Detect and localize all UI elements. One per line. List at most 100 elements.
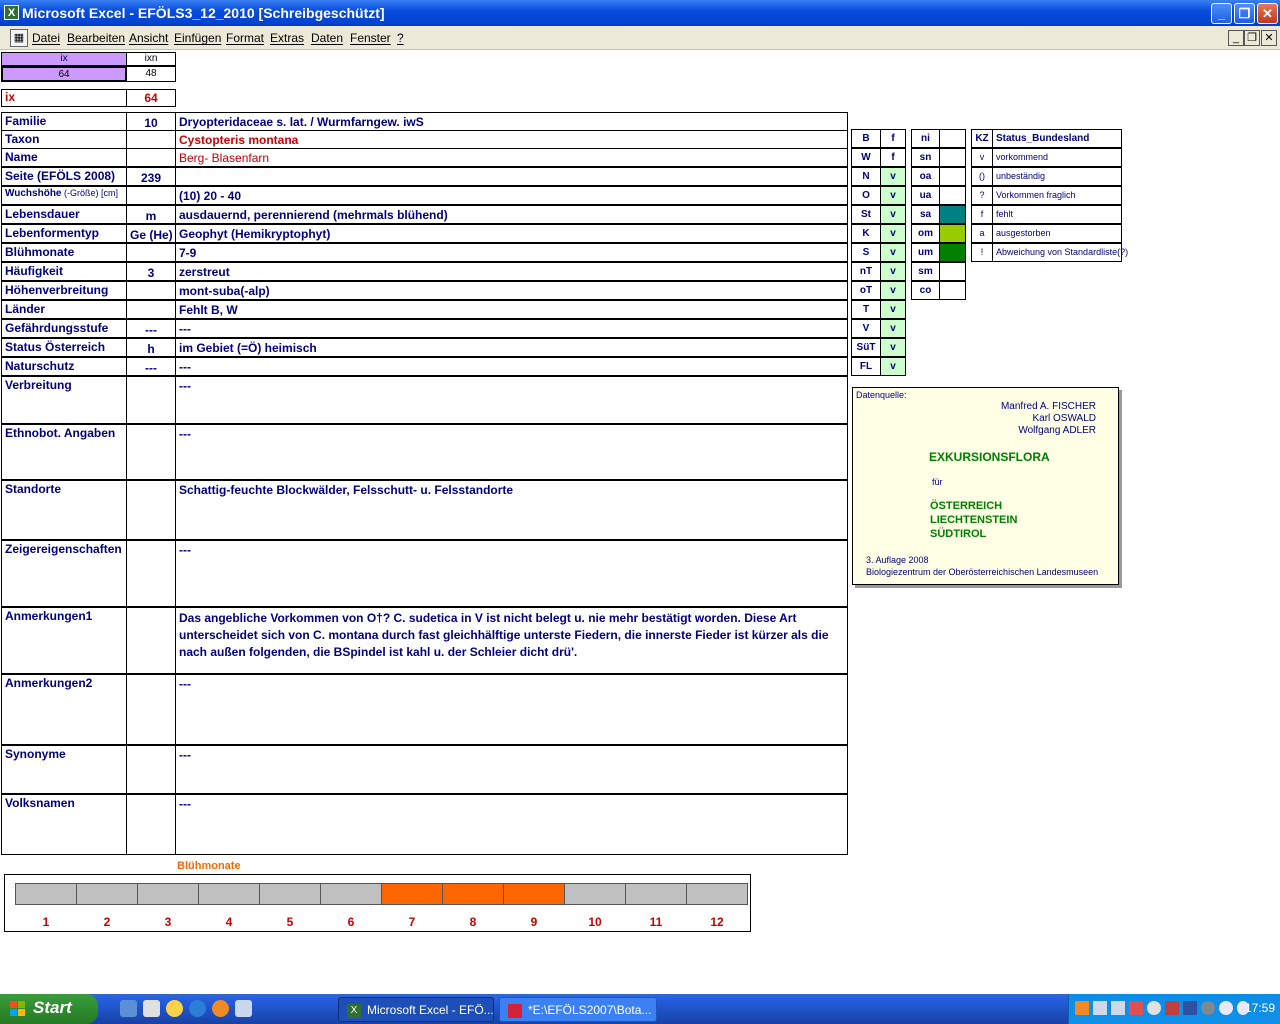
month-bar[interactable]: [564, 883, 626, 905]
legend-text-cell[interactable]: Abweichung von Standardliste(?): [992, 243, 1128, 262]
field-code-cell[interactable]: [126, 281, 176, 300]
field-value-cell[interactable]: im Gebiet (=Ö) heimisch: [175, 338, 848, 357]
menu-bearbeiten[interactable]: Bearbeiten: [67, 31, 125, 45]
legend-code-cell[interactable]: (): [971, 167, 993, 186]
field-code-cell[interactable]: [126, 376, 176, 424]
month-bar[interactable]: [259, 883, 321, 905]
legend-text-cell[interactable]: ausgestorben: [992, 224, 1122, 243]
field-code-cell[interactable]: [126, 480, 176, 540]
field-label-cell[interactable]: Gefährdungsstufe: [1, 319, 127, 338]
legend-text-cell[interactable]: unbeständig: [992, 167, 1122, 186]
field-label-cell[interactable]: Lebensdauer: [1, 205, 127, 224]
tray-security-icon[interactable]: [1129, 1001, 1143, 1015]
field-label-cell[interactable]: Höhenverbreitung: [1, 281, 127, 300]
zone-code-cell[interactable]: om: [911, 224, 940, 243]
field-label-cell[interactable]: Volksnamen: [1, 794, 127, 855]
field-value-cell[interactable]: 7-9: [175, 243, 848, 262]
state-flag-cell[interactable]: v: [880, 224, 906, 243]
state-flag-cell[interactable]: v: [880, 167, 906, 186]
state-flag-cell[interactable]: v: [880, 186, 906, 205]
field-label-cell[interactable]: Lebenformentyp: [1, 224, 127, 243]
legend-code-cell[interactable]: f: [971, 205, 993, 224]
field-code-cell[interactable]: [126, 607, 176, 674]
month-bar[interactable]: [198, 883, 260, 905]
field-value-cell[interactable]: Fehlt B, W: [175, 300, 848, 319]
field-label-cell[interactable]: Häufigkeit: [1, 262, 127, 281]
field-label-cell[interactable]: Wuchshöhe (-Größe) [cm]: [1, 186, 127, 205]
state-code-cell[interactable]: SüT: [851, 338, 881, 357]
field-code-cell[interactable]: [126, 424, 176, 480]
legend-kz-header[interactable]: KZ: [971, 129, 993, 148]
month-bar[interactable]: [15, 883, 77, 905]
field-value-cell[interactable]: mont-suba(-alp): [175, 281, 848, 300]
field-value-cell[interactable]: ---: [175, 357, 848, 376]
restore-button[interactable]: ❐: [1234, 3, 1255, 24]
field-value-cell[interactable]: ---: [175, 745, 848, 794]
field-code-cell[interactable]: [126, 243, 176, 262]
field-code-cell[interactable]: [126, 186, 176, 205]
quicklaunch-media-icon[interactable]: [166, 1000, 183, 1017]
menu-help[interactable]: ?: [397, 31, 404, 45]
field-value-cell[interactable]: ---: [175, 424, 848, 480]
field-label-cell[interactable]: Synonyme: [1, 745, 127, 794]
menu-format[interactable]: Format: [226, 31, 264, 45]
field-value-cell[interactable]: ---: [175, 376, 848, 424]
field-value-cell[interactable]: ---: [175, 319, 848, 338]
zone-swatch-cell[interactable]: [939, 243, 966, 262]
field-label-cell[interactable]: Taxon: [1, 130, 127, 149]
field-label-cell[interactable]: Status Österreich: [1, 338, 127, 357]
zone-code-cell[interactable]: sa: [911, 205, 940, 224]
state-code-cell[interactable]: K: [851, 224, 881, 243]
field-value-cell[interactable]: zerstreut: [175, 262, 848, 281]
state-flag-cell[interactable]: v: [880, 319, 906, 338]
month-bar[interactable]: [442, 883, 504, 905]
quicklaunch-misc-icon[interactable]: [235, 1000, 252, 1017]
state-code-cell[interactable]: N: [851, 167, 881, 186]
field-code-cell[interactable]: [126, 794, 176, 855]
doc-restore-button[interactable]: ❐: [1244, 30, 1260, 46]
field-code-cell[interactable]: m: [126, 205, 176, 224]
tray-update-icon[interactable]: [1201, 1001, 1215, 1015]
field-value-cell[interactable]: ausdauernd, perennierend (mehrmals blühe…: [175, 205, 848, 224]
field-value-cell[interactable]: Das angebliche Vorkommen von O†? C. sude…: [175, 607, 848, 674]
legend-text-cell[interactable]: Vorkommen fraglich: [992, 186, 1122, 205]
flowering-months-chart[interactable]: 1 2 3 4 5 6 7 8 9 10 11 12: [4, 874, 751, 932]
state-flag-cell[interactable]: v: [880, 357, 906, 376]
month-bar[interactable]: [320, 883, 382, 905]
field-code-cell[interactable]: [126, 148, 176, 167]
zone-swatch-cell[interactable]: [939, 167, 966, 186]
quicklaunch-desktop-icon[interactable]: [120, 1000, 137, 1017]
field-code-cell[interactable]: ---: [126, 319, 176, 338]
state-code-cell[interactable]: V: [851, 319, 881, 338]
doc-minimize-button[interactable]: _: [1228, 30, 1244, 46]
legend-code-cell[interactable]: ?: [971, 186, 993, 205]
state-flag-cell[interactable]: v: [880, 281, 906, 300]
field-label-cell[interactable]: Ethnobot. Angaben: [1, 424, 127, 480]
zone-swatch-cell[interactable]: [939, 262, 966, 281]
field-value-cell[interactable]: Geophyt (Hemikryptophyt): [175, 224, 848, 243]
close-button[interactable]: ✕: [1257, 3, 1278, 24]
menu-daten[interactable]: Daten: [311, 31, 343, 45]
legend-text-cell[interactable]: vorkommend: [992, 148, 1122, 167]
field-value-cell[interactable]: ---: [175, 540, 848, 607]
zone-swatch-cell[interactable]: [939, 224, 966, 243]
state-flag-cell[interactable]: v: [880, 300, 906, 319]
field-label-cell[interactable]: Anmerkungen1: [1, 607, 127, 674]
zone-swatch-cell[interactable]: [939, 148, 966, 167]
state-code-cell[interactable]: S: [851, 243, 881, 262]
zone-swatch-cell[interactable]: [939, 186, 966, 205]
legend-code-cell[interactable]: !: [971, 243, 993, 262]
field-value-cell[interactable]: Cystopteris montana: [175, 130, 848, 149]
zone-code-cell[interactable]: um: [911, 243, 940, 262]
state-code-cell[interactable]: W: [851, 148, 881, 167]
field-label-cell[interactable]: Blühmonate: [1, 243, 127, 262]
field-label-cell[interactable]: Länder: [1, 300, 127, 319]
ix-header-cell[interactable]: ix: [1, 52, 127, 66]
legend-text-cell[interactable]: fehlt: [992, 205, 1122, 224]
doc-close-button[interactable]: ✕: [1261, 30, 1277, 46]
quicklaunch-explorer-icon[interactable]: [143, 1000, 160, 1017]
field-label-cell[interactable]: Name: [1, 148, 127, 167]
tray-volume-icon[interactable]: [1111, 1001, 1125, 1015]
tray-network-icon[interactable]: [1093, 1001, 1107, 1015]
zone-code-cell[interactable]: sm: [911, 262, 940, 281]
